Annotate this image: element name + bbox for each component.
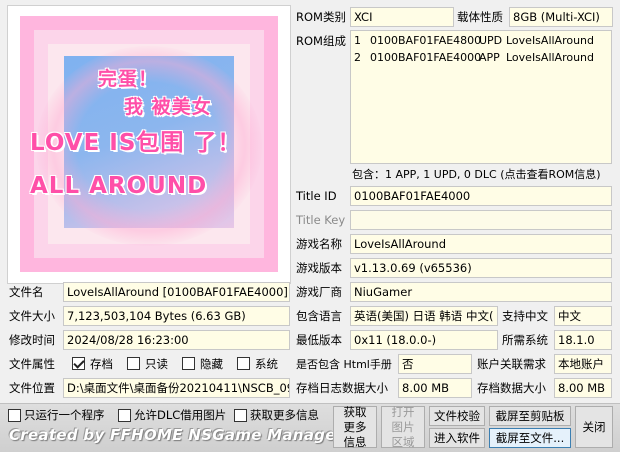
system-checkbox[interactable] xyxy=(237,357,250,370)
game-cover-image: 完蛋！ 我 被美女 LOVE IS包围 了！ ALL AROUND xyxy=(7,5,291,284)
single-instance-checkbox[interactable] xyxy=(8,409,21,422)
account-field[interactable]: 本地账户 xyxy=(554,354,612,374)
title-key-field[interactable] xyxy=(350,210,612,230)
open-image-region-button[interactable]: 打开图片区域 xyxy=(381,405,425,449)
file-location-field[interactable]: D:\桌面文件\桌面备份20210411\NSCB_098b xyxy=(63,378,290,398)
html-manual-label: 是否包含 Html手册 xyxy=(296,358,392,371)
capture-file-button[interactable]: 截屏至文件... xyxy=(489,428,571,448)
more-info-label: 获取更多信息 xyxy=(250,408,319,422)
cover-text-line2: 我 被美女 xyxy=(124,96,212,118)
rom-type-label: ROM类别 xyxy=(296,10,346,24)
languages-field[interactable]: 英语(美国) 日语 韩语 中文( xyxy=(350,306,498,326)
rom-type-field[interactable]: XCI xyxy=(350,7,454,27)
rom-summary-link[interactable]: 包含：1 APP, 1 UPD, 0 DLC (点击查看ROM信息) xyxy=(352,166,601,183)
save-log-size-label: 存档日志数据大小 xyxy=(296,381,388,395)
vendor-field[interactable]: NiuGamer xyxy=(350,282,612,302)
list-item[interactable]: 1 0100BAF01FAE4800 UPD LoveIsAllAround xyxy=(354,32,610,49)
save-log-size-field[interactable]: 8.00 MB xyxy=(398,378,472,398)
vendor-label: 游戏厂商 xyxy=(296,285,342,299)
cover-text-line1: 完蛋！ xyxy=(98,68,159,90)
fetch-more-info-button[interactable]: 获取更多信息 xyxy=(333,405,377,449)
archive-checkbox-label: 存档 xyxy=(90,357,113,371)
required-system-field[interactable]: 18.1.0 xyxy=(554,330,612,350)
archive-checkbox[interactable] xyxy=(72,357,85,370)
modified-time-field[interactable]: 2024/08/28 16:23:00 xyxy=(63,330,290,350)
allow-dlc-image-label: 允许DLC借用图片 xyxy=(134,408,227,422)
min-version-field[interactable]: 0x11 (18.0.0-) xyxy=(350,330,498,350)
rom-composition-list[interactable]: 1 0100BAF01FAE4800 UPD LoveIsAllAround 2… xyxy=(350,30,612,164)
account-label: 账户关联需求 xyxy=(477,357,546,371)
file-name-label: 文件名 xyxy=(9,285,44,299)
title-id-label: Title ID xyxy=(296,189,337,203)
html-manual-field[interactable]: 否 xyxy=(398,354,472,374)
readonly-checkbox[interactable] xyxy=(127,357,140,370)
modified-time-label: 修改时间 xyxy=(9,333,55,347)
game-version-field[interactable]: v1.13.0.69 (v65536) xyxy=(350,258,612,278)
close-button[interactable]: 关闭 xyxy=(575,406,613,448)
file-location-label: 文件位置 xyxy=(9,381,55,395)
credit-text: Created by FFHOME NSGame Manager xyxy=(9,426,344,444)
file-name-field[interactable]: LoveIsAllAround [0100BAF01FAE4000] [v655… xyxy=(63,282,290,302)
allow-dlc-image-checkbox[interactable] xyxy=(118,409,131,422)
carrier-label: 载体性质 xyxy=(457,10,503,24)
cover-text-line3: LOVE IS包围 了！ xyxy=(30,130,242,156)
enter-software-button[interactable]: 进入软件 xyxy=(429,428,485,448)
game-name-field[interactable]: LoveIsAllAround xyxy=(350,234,612,254)
list-item[interactable]: 2 0100BAF01FAE4000 APP LoveIsAllAround xyxy=(354,49,610,66)
game-name-label: 游戏名称 xyxy=(296,237,342,251)
system-checkbox-label: 系统 xyxy=(255,357,278,371)
rom-composition-label: ROM组成 xyxy=(296,34,346,48)
languages-label: 包含语言 xyxy=(296,309,342,323)
hidden-checkbox[interactable] xyxy=(182,357,195,370)
hidden-checkbox-label: 隐藏 xyxy=(200,357,223,371)
file-size-label: 文件大小 xyxy=(9,309,55,323)
title-key-label: Title Key xyxy=(296,213,346,227)
file-attr-label: 文件属性 xyxy=(9,357,55,371)
carrier-field[interactable]: 8GB (Multi-XCI) xyxy=(509,7,613,27)
save-data-size-label: 存档数据大小 xyxy=(477,381,546,395)
cover-text-line4: ALL AROUND xyxy=(30,173,208,199)
single-instance-label: 只运行一个程序 xyxy=(24,408,105,422)
more-info-checkbox[interactable] xyxy=(234,409,247,422)
supports-chinese-label: 支持中文 xyxy=(502,309,548,323)
file-size-field[interactable]: 7,123,503,104 Bytes (6.63 GB) xyxy=(63,306,290,326)
title-id-field[interactable]: 0100BAF01FAE4000 xyxy=(350,186,612,206)
capture-clipboard-button[interactable]: 截屏至剪贴板 xyxy=(489,406,571,426)
readonly-checkbox-label: 只读 xyxy=(145,357,168,371)
save-data-size-field[interactable]: 8.00 MB xyxy=(554,378,612,398)
supports-chinese-field[interactable]: 中文 xyxy=(554,306,612,326)
min-version-label: 最低版本 xyxy=(296,333,342,347)
verify-file-button[interactable]: 文件校验 xyxy=(429,406,485,426)
game-version-label: 游戏版本 xyxy=(296,261,342,275)
required-system-label: 所需系统 xyxy=(502,333,548,347)
